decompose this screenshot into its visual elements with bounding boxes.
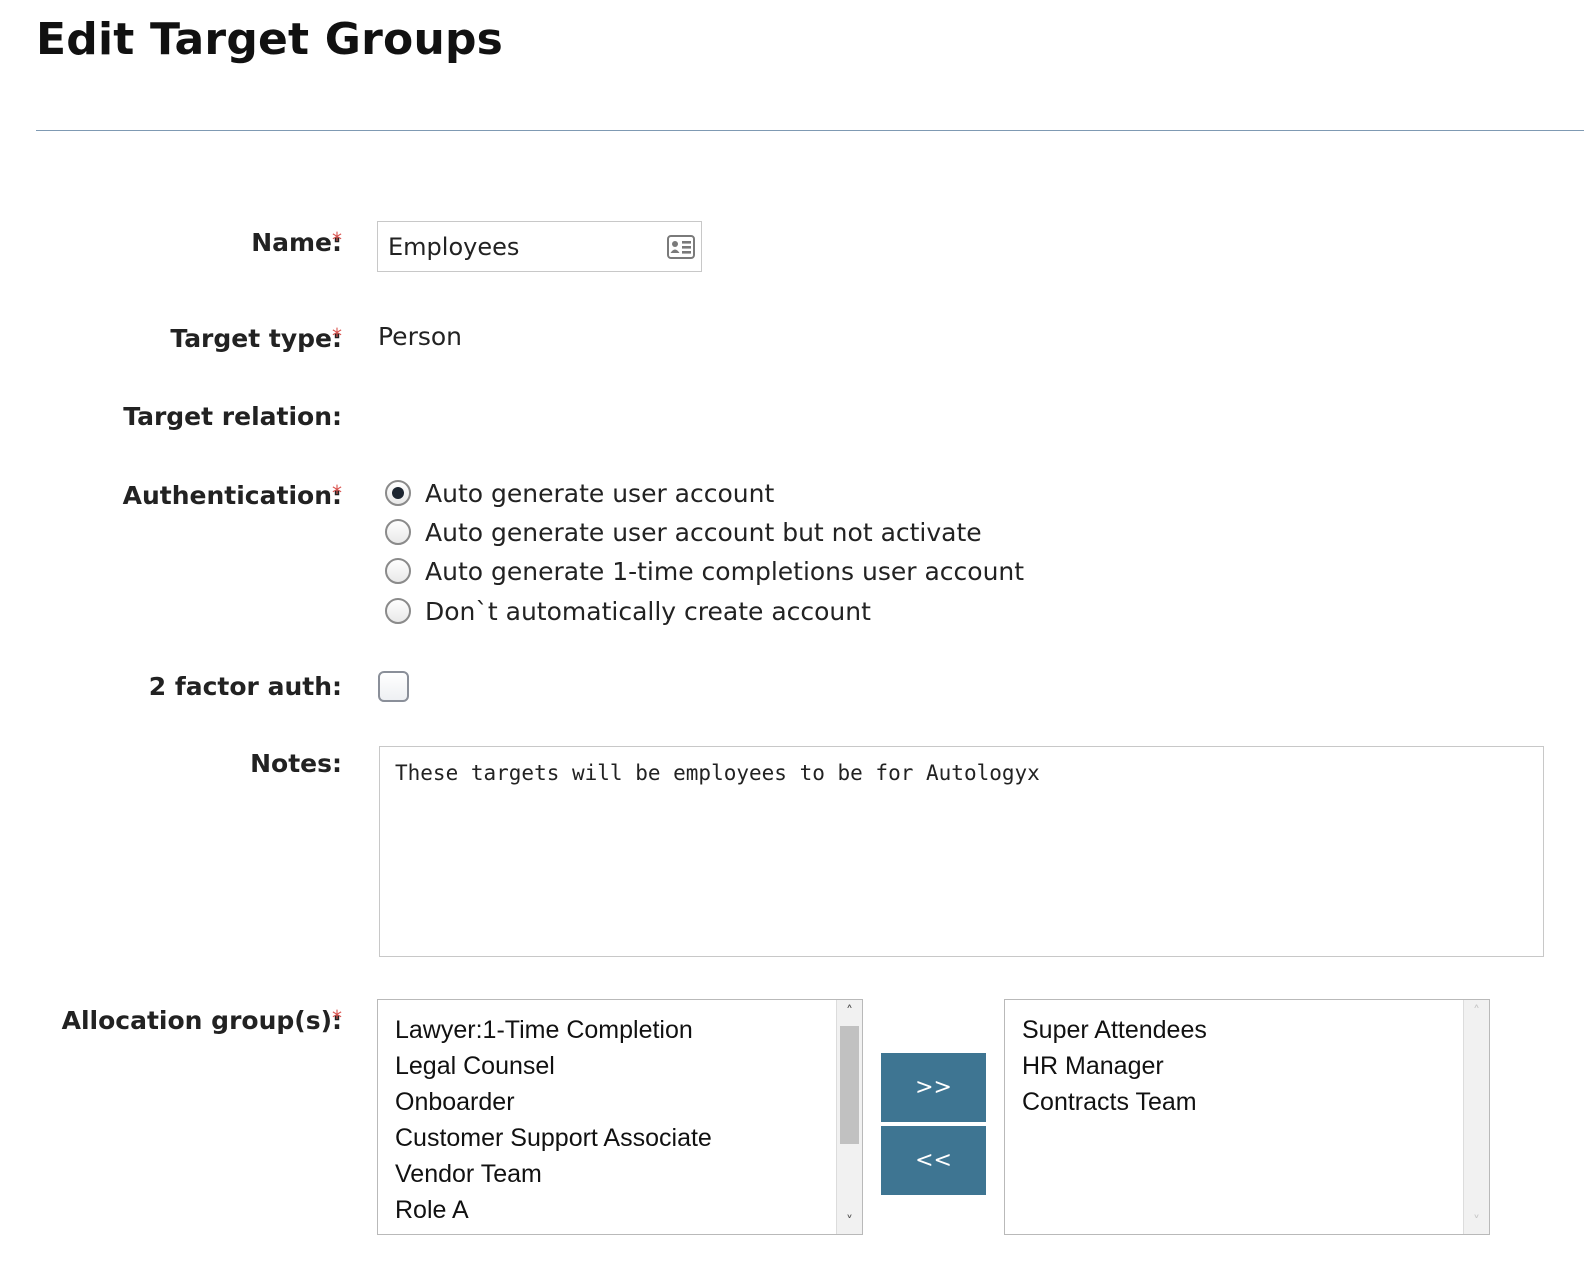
authentication-label: Authentication: [122,481,342,510]
page-title: Edit Target Groups [36,14,504,65]
notes-label: Notes: [250,749,342,778]
list-item[interactable]: Vendor Team [395,1156,712,1192]
auth-option-label: Auto generate user account but not activ… [425,517,982,547]
radio-button[interactable] [385,558,411,584]
auth-option-no-account[interactable]: Don`t automatically create account [385,594,871,628]
target-type-label: Target type: [170,324,342,353]
two-factor-label: 2 factor auth: [148,672,342,701]
auth-option-label: Don`t automatically create account [425,596,871,626]
selected-groups-list: Super Attendees HR Manager Contracts Tea… [1022,1012,1207,1120]
remove-group-button[interactable]: << [881,1126,986,1195]
scrollbar[interactable]: ˄ ˅ [836,1000,862,1234]
list-item[interactable]: Customer Support Associate [395,1120,712,1156]
auth-option-not-activate[interactable]: Auto generate user account but not activ… [385,515,982,549]
list-item[interactable]: Role A [395,1192,712,1228]
name-input[interactable] [378,222,668,271]
list-item[interactable]: HR Manager [1022,1048,1207,1084]
auth-option-one-time[interactable]: Auto generate 1-time completions user ac… [385,554,1024,588]
notes-textarea[interactable]: These targets will be employees to be fo… [379,746,1544,957]
edit-target-groups-page: Edit Target Groups Name: * Target type: … [0,0,1584,1277]
scrollbar[interactable]: ˄ ˅ [1463,1000,1489,1234]
available-groups-list: Lawyer:1-Time Completion Legal Counsel O… [395,1012,712,1228]
list-item[interactable]: Onboarder [395,1084,712,1120]
scroll-down-icon[interactable]: ˅ [837,1210,862,1234]
allocation-required-marker: * [332,1006,342,1030]
radio-button-selected[interactable] [385,480,411,506]
list-item[interactable]: Legal Counsel [395,1048,712,1084]
auth-option-auto-generate[interactable]: Auto generate user account [385,476,774,510]
two-factor-checkbox[interactable] [378,671,409,702]
title-divider [36,130,1584,131]
list-item[interactable]: Lawyer:1-Time Completion [395,1012,712,1048]
authentication-required-marker: * [332,481,342,505]
allocation-label: Allocation group(s): [61,1006,342,1035]
scroll-up-icon[interactable]: ˄ [837,1000,862,1024]
target-type-value: Person [378,322,463,351]
scroll-up-icon[interactable]: ˄ [1464,1000,1489,1024]
name-required-marker: * [332,228,342,252]
radio-button[interactable] [385,519,411,545]
available-groups-listbox[interactable]: Lawyer:1-Time Completion Legal Counsel O… [377,999,863,1235]
contact-card-icon[interactable] [667,235,695,259]
name-label: Name: [251,228,342,257]
target-relation-label: Target relation: [123,402,342,431]
auth-option-label: Auto generate user account [425,478,775,508]
list-item[interactable]: Super Attendees [1022,1012,1207,1048]
target-type-required-marker: * [332,324,342,348]
auth-option-label: Auto generate 1-time completions user ac… [425,556,1025,586]
name-field[interactable] [377,221,702,272]
scroll-thumb[interactable] [840,1026,859,1144]
scroll-down-icon[interactable]: ˅ [1464,1210,1489,1234]
selected-groups-listbox[interactable]: Super Attendees HR Manager Contracts Tea… [1004,999,1490,1235]
list-item[interactable]: Contracts Team [1022,1084,1207,1120]
add-group-button[interactable]: >> [881,1053,986,1122]
radio-button[interactable] [385,598,411,624]
